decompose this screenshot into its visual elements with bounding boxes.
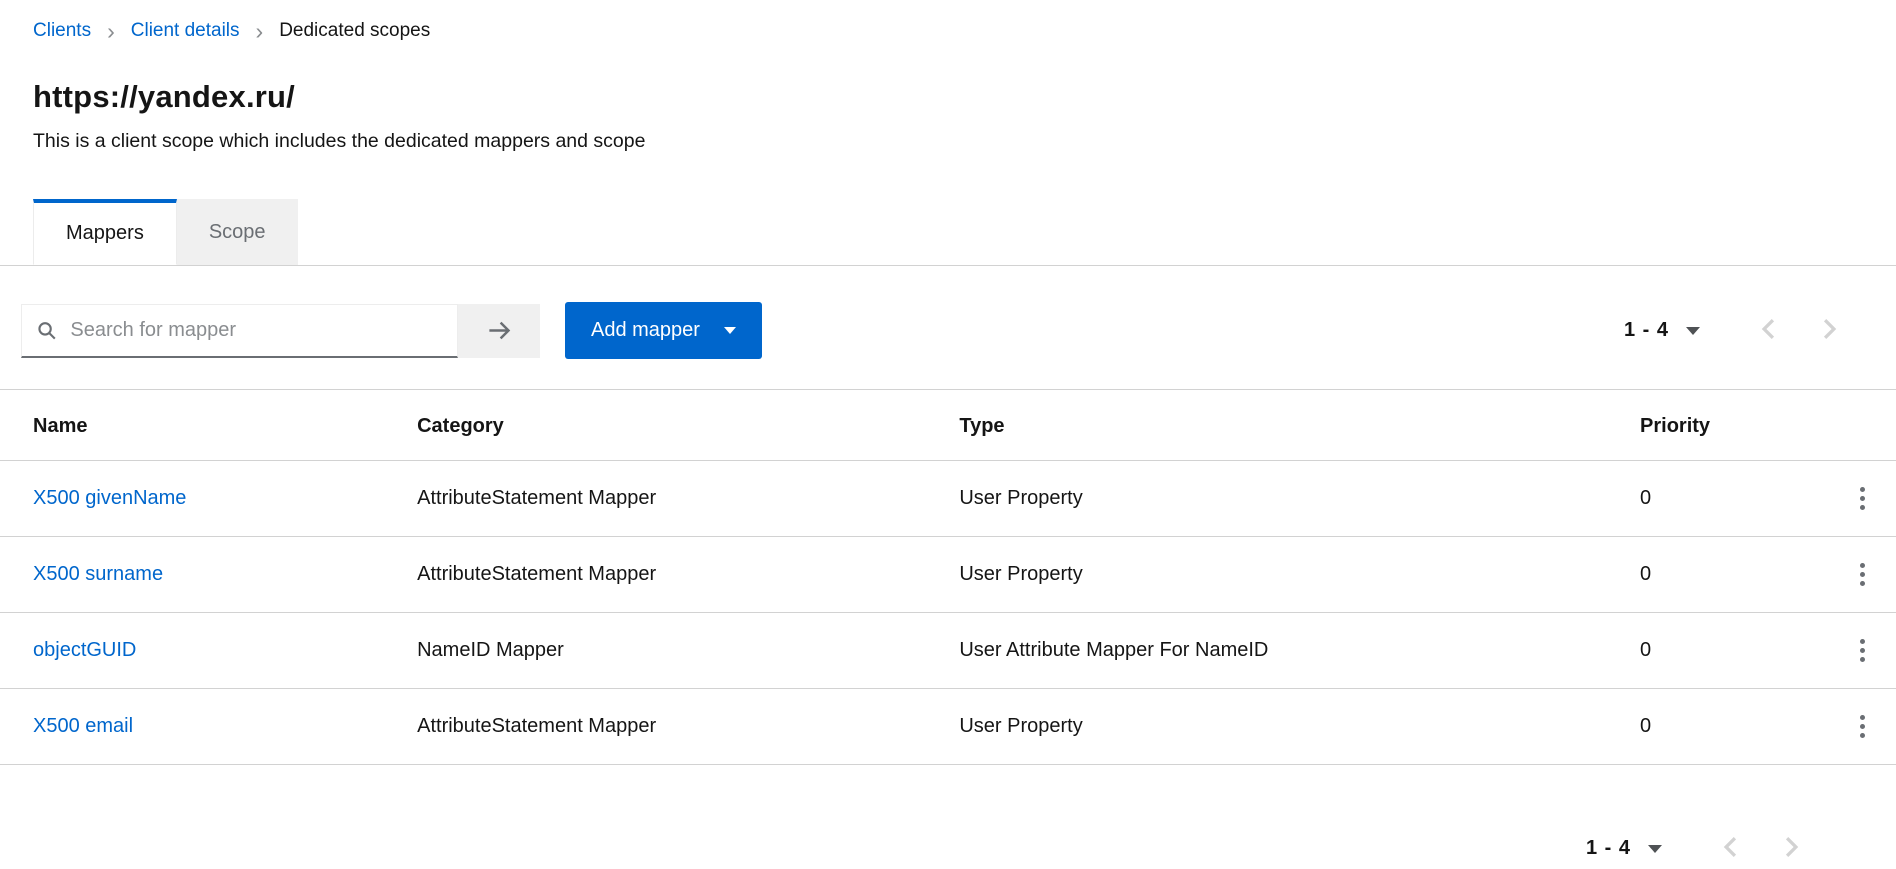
kebab-icon xyxy=(1860,487,1865,492)
tab-scope[interactable]: Scope xyxy=(177,199,298,265)
mappers-table: Name Category Type Priority X500 givenNa… xyxy=(0,389,1896,765)
pagination-nav xyxy=(1700,828,1822,869)
column-header-category: Category xyxy=(417,390,959,461)
caret-down-icon xyxy=(1648,845,1662,853)
mapper-category: AttributeStatement Mapper xyxy=(417,461,959,537)
column-header-type: Type xyxy=(959,390,1640,461)
row-kebab-menu-button[interactable] xyxy=(1850,557,1875,592)
breadcrumb-current-page: Dedicated scopes xyxy=(279,20,430,42)
column-header-name: Name xyxy=(0,390,417,461)
page-title: https://yandex.ru/ xyxy=(33,79,1896,115)
kebab-icon xyxy=(1860,715,1865,720)
pagination-prev-button[interactable] xyxy=(1700,828,1761,869)
mapper-priority: 0 xyxy=(1640,613,1830,689)
pagination-range: 1 - 4 xyxy=(1586,837,1631,860)
pagination-next-button[interactable] xyxy=(1761,828,1822,869)
breadcrumb: Clients › Client details › Dedicated sco… xyxy=(0,0,1896,42)
add-mapper-label: Add mapper xyxy=(591,319,700,342)
mapper-priority: 0 xyxy=(1640,537,1830,613)
arrow-right-icon xyxy=(486,317,513,344)
kebab-icon xyxy=(1860,563,1865,568)
tab-mappers-label: Mappers xyxy=(66,222,144,245)
pagination-bottom: 1 - 4 xyxy=(0,828,1822,869)
angle-left-icon xyxy=(1723,836,1738,858)
pagination-range: 1 - 4 xyxy=(1624,319,1669,342)
table-row: objectGUID NameID Mapper User Attribute … xyxy=(0,613,1896,689)
pagination-top: 1 - 4 xyxy=(1624,310,1860,351)
page-subtitle: This is a client scope which includes th… xyxy=(33,130,1896,153)
breadcrumb-clients-link[interactable]: Clients xyxy=(33,20,91,42)
breadcrumb-separator-icon: › xyxy=(107,22,115,41)
pagination-top-range-toggle[interactable]: 1 - 4 xyxy=(1624,311,1700,350)
breadcrumb-separator-icon: › xyxy=(256,22,264,41)
table-header-row: Name Category Type Priority xyxy=(0,390,1896,461)
mapper-priority: 0 xyxy=(1640,689,1830,765)
pagination-next-button[interactable] xyxy=(1799,310,1860,351)
kebab-icon xyxy=(1860,639,1865,644)
mapper-name-link[interactable]: objectGUID xyxy=(33,639,136,661)
mapper-name-link[interactable]: X500 email xyxy=(33,715,133,737)
mapper-priority: 0 xyxy=(1640,461,1830,537)
tab-mappers[interactable]: Mappers xyxy=(33,199,177,265)
mapper-type: User Property xyxy=(959,689,1640,765)
pagination-bottom-range-toggle[interactable]: 1 - 4 xyxy=(1586,829,1662,868)
caret-down-icon xyxy=(724,327,736,334)
mappers-toolbar: Add mapper 1 - 4 xyxy=(0,302,1896,359)
mapper-category: NameID Mapper xyxy=(417,613,959,689)
row-kebab-menu-button[interactable] xyxy=(1850,481,1875,516)
mapper-type: User Property xyxy=(959,461,1640,537)
pagination-prev-button[interactable] xyxy=(1738,310,1799,351)
pagination-nav xyxy=(1738,310,1860,351)
mapper-type: User Property xyxy=(959,537,1640,613)
mapper-type: User Attribute Mapper For NameID xyxy=(959,613,1640,689)
column-header-actions xyxy=(1830,390,1896,461)
angle-left-icon xyxy=(1761,318,1776,340)
breadcrumb-client-details-link[interactable]: Client details xyxy=(131,20,240,42)
add-mapper-button[interactable]: Add mapper xyxy=(565,302,762,359)
row-kebab-menu-button[interactable] xyxy=(1850,633,1875,668)
search-input[interactable] xyxy=(68,318,457,343)
row-kebab-menu-button[interactable] xyxy=(1850,709,1875,744)
caret-down-icon xyxy=(1686,327,1700,335)
mapper-category: AttributeStatement Mapper xyxy=(417,689,959,765)
search-box xyxy=(21,304,458,358)
table-row: X500 givenName AttributeStatement Mapper… xyxy=(0,461,1896,537)
angle-right-icon xyxy=(1822,318,1837,340)
mapper-name-link[interactable]: X500 givenName xyxy=(33,487,186,509)
column-header-priority: Priority xyxy=(1640,390,1830,461)
search-group xyxy=(21,304,540,358)
angle-right-icon xyxy=(1784,836,1799,858)
search-icon xyxy=(37,320,56,341)
mapper-category: AttributeStatement Mapper xyxy=(417,537,959,613)
table-row: X500 email AttributeStatement Mapper Use… xyxy=(0,689,1896,765)
mapper-name-link[interactable]: X500 surname xyxy=(33,563,163,585)
search-submit-button[interactable] xyxy=(458,304,540,358)
tab-scope-label: Scope xyxy=(209,221,266,244)
tab-bar: Mappers Scope xyxy=(0,199,1896,266)
table-row: X500 surname AttributeStatement Mapper U… xyxy=(0,537,1896,613)
